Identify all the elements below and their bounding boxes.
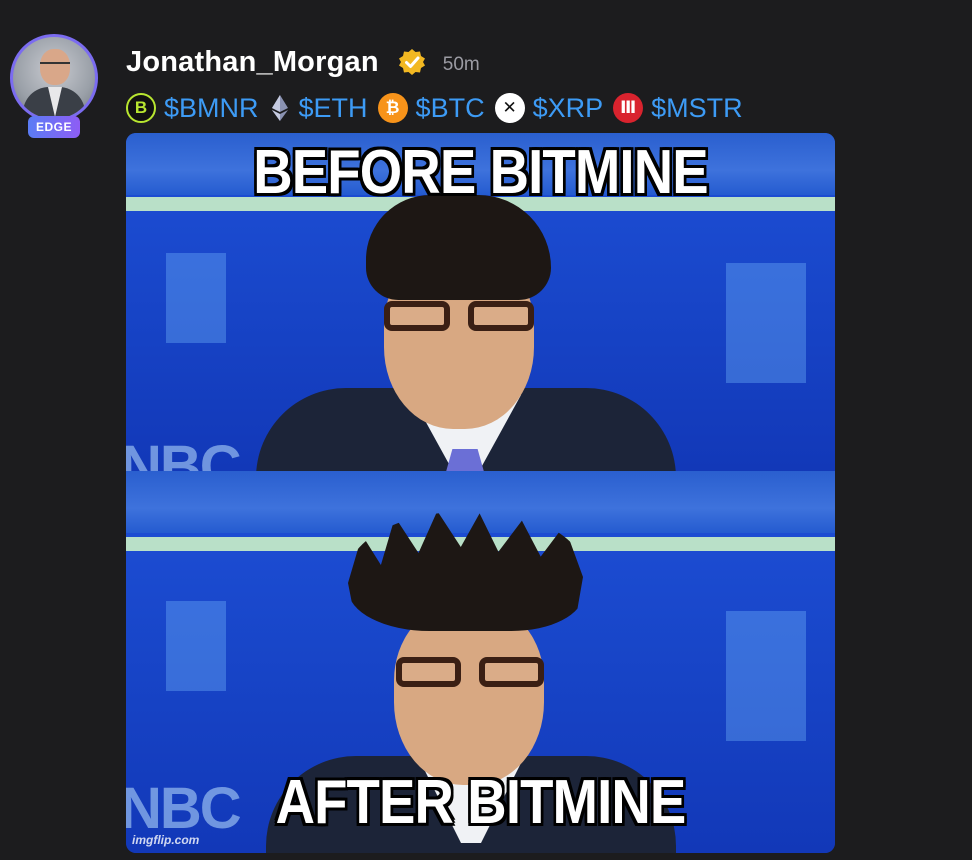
background-screen: [166, 601, 226, 691]
post-card: EDGE Jonathan_Morgan 50m B $BMNR $ETH ₿ …: [0, 0, 972, 860]
background-logo-text: NBC: [126, 434, 242, 471]
meme-panel-after: NBC AFTER BITMINE imgflip.com: [126, 471, 835, 853]
person-hair: [366, 195, 551, 300]
background-screen: [726, 263, 806, 383]
ticker-list: B $BMNR $ETH ₿ $BTC ✕ $XRP Ⅲ $MSTR: [126, 90, 753, 126]
person-glasses: [384, 301, 534, 331]
author-avatar-group[interactable]: EDGE: [10, 34, 98, 144]
glasses-lens: [396, 657, 462, 687]
bmnr-icon: B: [126, 93, 156, 123]
ticker-label[interactable]: $MSTR: [651, 93, 743, 124]
ticker-bmnr[interactable]: B $BMNR: [126, 93, 259, 124]
verified-check-icon: [397, 47, 427, 77]
bottom-caption: AFTER BITMINE: [275, 768, 687, 837]
ticker-label[interactable]: $XRP: [533, 93, 604, 124]
imgflip-watermark: imgflip.com: [132, 833, 200, 847]
meme-panel-before: NBC BEFORE BITMINE: [126, 133, 835, 471]
ticker-label[interactable]: $BTC: [416, 93, 485, 124]
background-screen: [726, 611, 806, 741]
top-caption: BEFORE BITMINE: [253, 138, 708, 207]
username[interactable]: Jonathan_Morgan: [126, 46, 379, 79]
ticker-label[interactable]: $ETH: [299, 93, 368, 124]
ticker-xrp[interactable]: ✕ $XRP: [494, 93, 604, 124]
edge-badge: EDGE: [28, 116, 80, 138]
avatar-glasses: [40, 62, 70, 70]
ticker-label[interactable]: $BMNR: [164, 93, 259, 124]
background-screen: [166, 253, 226, 343]
ticker-eth[interactable]: $ETH: [269, 93, 368, 124]
ticker-btc[interactable]: ₿ $BTC: [377, 93, 485, 124]
bitcoin-icon: ₿: [377, 93, 408, 123]
glasses-lens: [468, 301, 534, 331]
ethereum-icon: [269, 93, 291, 123]
meme-image[interactable]: NBC BEFORE BITMINE NBC AFTER BITMINE img…: [126, 133, 835, 853]
post-header: Jonathan_Morgan 50m: [126, 42, 480, 82]
glasses-lens: [478, 657, 544, 687]
person-face: [394, 605, 544, 785]
post-timestamp: 50m: [442, 54, 480, 75]
person-glasses: [396, 657, 544, 687]
xrp-icon: ✕: [494, 93, 525, 123]
glasses-lens: [384, 301, 450, 331]
ticker-mstr[interactable]: Ⅲ $MSTR: [613, 93, 743, 124]
mstr-icon: Ⅲ: [613, 93, 644, 123]
avatar[interactable]: [10, 34, 98, 122]
